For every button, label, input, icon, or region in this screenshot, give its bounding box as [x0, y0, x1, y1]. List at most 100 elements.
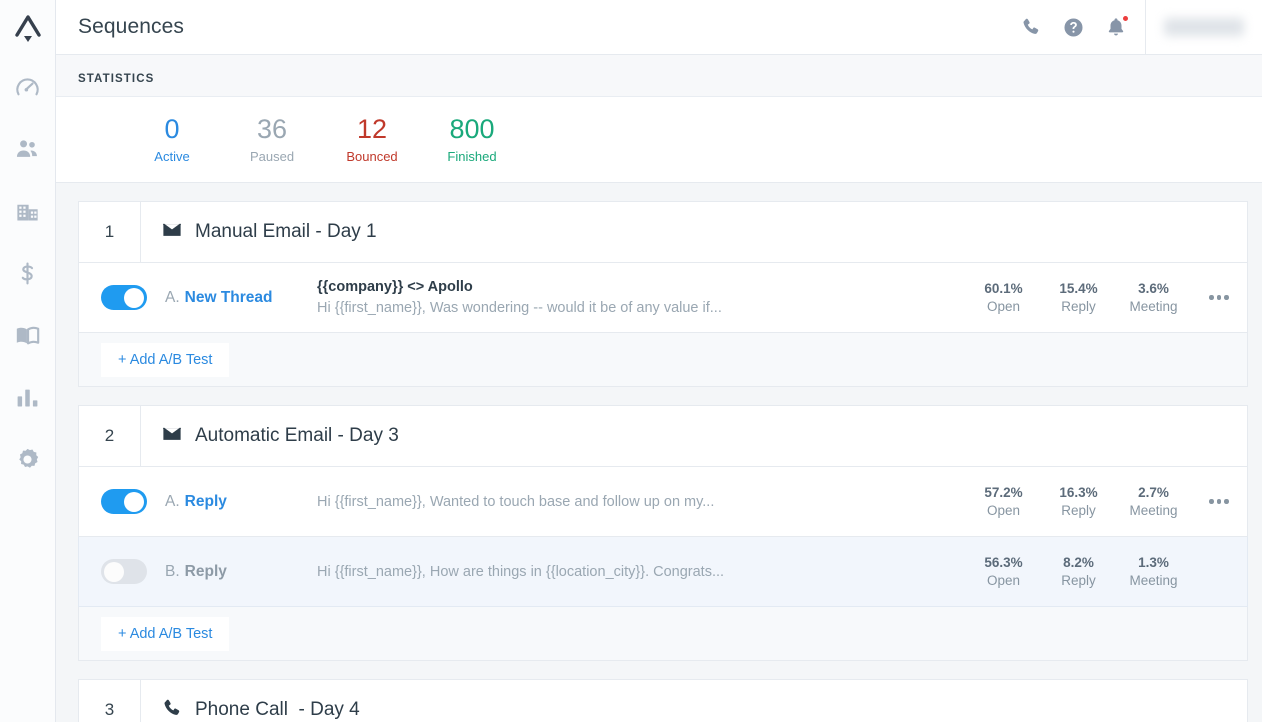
bell-icon[interactable]: [1105, 15, 1129, 38]
book-icon: [14, 322, 41, 349]
variant-body[interactable]: Hi {{first_name}}, Wanted to touch base …: [317, 494, 966, 510]
variant-row: A. New Thread {{company}} <> Apollo Hi {{…: [78, 263, 1248, 333]
metric-open-value: 57.2%: [984, 484, 1023, 500]
metric-open-value: 56.3%: [984, 554, 1023, 570]
metric-meeting-label: Meeting: [1129, 298, 1178, 314]
sequence-step: 1 Manual Email - Day 1 A. New Thread {{c…: [78, 201, 1248, 387]
step-title-wrap: Automatic Email - Day 3: [141, 406, 1247, 466]
add-ab-test-strip: + Add A/B Test: [78, 607, 1248, 661]
page-title: Sequences: [78, 15, 184, 38]
question-circle-icon[interactable]: [1062, 16, 1085, 39]
metric-reply-value: 16.3%: [1059, 484, 1098, 500]
variant-subject: {{company}} <> Apollo: [317, 279, 473, 295]
variant-toggle[interactable]: [101, 559, 147, 584]
stat-bounced: 12 Bounced: [322, 113, 422, 164]
apollo-caret-logo-icon[interactable]: [0, 0, 56, 56]
step-title-wrap: Manual Email - Day 1: [141, 202, 1247, 262]
speedometer-icon: [14, 74, 41, 101]
sidebar-item-sequences[interactable]: [0, 304, 56, 366]
metric-meeting: 1.3% Meeting: [1116, 554, 1191, 590]
step-header[interactable]: 1 Manual Email - Day 1: [78, 201, 1248, 263]
metric-open-label: Open: [986, 572, 1021, 588]
variant-preview: Hi {{first_name}}, How are things in {{l…: [317, 563, 725, 580]
sidebar-item-contacts[interactable]: [0, 118, 56, 180]
metric-open-value: 60.1%: [984, 280, 1023, 296]
stat-paused-label: Paused: [249, 149, 295, 164]
metric-meeting-label: Meeting: [1129, 502, 1178, 518]
sidebar-item-accounts[interactable]: [0, 180, 56, 242]
variant-name: Reply: [184, 562, 227, 580]
metric-open-label: Open: [986, 502, 1021, 518]
nav-items: [0, 56, 55, 490]
stat-bounced-value: 12: [356, 114, 388, 144]
variant-name: Reply: [184, 492, 227, 510]
stat-bounced-label: Bounced: [346, 149, 398, 164]
step-number: 2: [79, 406, 141, 466]
metric-reply-value: 15.4%: [1059, 280, 1098, 296]
stat-finished: 800 Finished: [422, 113, 522, 164]
top-bar: Sequences: [56, 0, 1262, 55]
topbar-divider: [1145, 0, 1146, 55]
phone-icon[interactable]: [1020, 16, 1042, 38]
toggle-knob: [124, 491, 144, 512]
variant-name: New Thread: [184, 288, 273, 306]
variant-label[interactable]: B. Reply: [165, 563, 317, 581]
statistics-section-header: STATISTICS: [56, 55, 1262, 97]
envelope-icon: [161, 219, 183, 246]
variant-label[interactable]: A. Reply: [165, 493, 317, 511]
sidebar-item-analytics[interactable]: [0, 366, 56, 428]
add-ab-test-strip: + Add A/B Test: [78, 333, 1248, 387]
dollar-icon: [14, 260, 41, 287]
step-title: Manual Email - Day 1: [195, 221, 377, 242]
metric-meeting-value: 2.7%: [1138, 484, 1169, 500]
variant-body[interactable]: Hi {{first_name}}, How are things in {{l…: [317, 564, 966, 580]
metric-open: 60.1% Open: [966, 280, 1041, 316]
metric-meeting-value: 1.3%: [1138, 554, 1169, 570]
metric-meeting-value: 3.6%: [1138, 280, 1169, 296]
sidebar-item-settings[interactable]: [0, 428, 56, 490]
step-header[interactable]: 3 Phone Call - Day 4: [78, 679, 1248, 722]
step-title-wrap: Phone Call - Day 4: [141, 680, 1247, 722]
stat-paused-value: 36: [256, 114, 288, 144]
stat-active: 0 Active: [122, 113, 222, 164]
user-account-menu[interactable]: [1164, 18, 1244, 36]
metric-meeting-label: Meeting: [1129, 572, 1178, 588]
sequence-step: 2 Automatic Email - Day 3 A. Reply Hi {{…: [78, 405, 1248, 661]
variant-letter: A.: [165, 288, 180, 306]
step-title: Automatic Email - Day 3: [195, 425, 399, 446]
bar-chart-icon: [14, 384, 41, 411]
metric-reply: 16.3% Reply: [1041, 484, 1116, 520]
metric-open-label: Open: [986, 298, 1021, 314]
row-actions-menu-icon[interactable]: [1191, 499, 1247, 504]
row-actions-menu-icon[interactable]: [1191, 295, 1247, 300]
add-ab-test-button[interactable]: + Add A/B Test: [101, 616, 230, 651]
sidebar-item-dashboard[interactable]: [0, 56, 56, 118]
stat-finished-label: Finished: [447, 149, 497, 164]
building-icon: [14, 198, 41, 225]
variant-letter: B.: [165, 562, 180, 580]
variant-label[interactable]: A. New Thread: [165, 289, 317, 307]
variant-toggle[interactable]: [101, 489, 147, 514]
sequence-step: 3 Phone Call - Day 4: [78, 679, 1248, 722]
statistics-row: 0 Active 36 Paused 12 Bounced 800 Finish…: [56, 97, 1262, 183]
stat-finished-value: 800: [449, 114, 495, 144]
step-title: Phone Call - Day 4: [195, 699, 360, 720]
variant-toggle[interactable]: [101, 285, 147, 310]
add-ab-test-button[interactable]: + Add A/B Test: [101, 342, 230, 377]
variant-body[interactable]: {{company}} <> Apollo Hi {{first_name}},…: [317, 279, 966, 316]
variant-metrics: 60.1% Open 15.4% Reply 3.6% Meeting: [966, 280, 1191, 316]
metric-open: 56.3% Open: [966, 554, 1041, 590]
toggle-knob: [103, 561, 124, 582]
metric-open: 57.2% Open: [966, 484, 1041, 520]
sidebar-item-opportunities[interactable]: [0, 242, 56, 304]
metric-reply-label: Reply: [1061, 572, 1096, 588]
variant-row: B. Reply Hi {{first_name}}, How are thing…: [78, 537, 1248, 607]
metric-reply-label: Reply: [1061, 502, 1096, 518]
metric-reply-value: 8.2%: [1063, 554, 1094, 570]
stat-active-label: Active: [154, 149, 190, 164]
variant-metrics: 57.2% Open 16.3% Reply 2.7% Meeting: [966, 484, 1191, 520]
phone-icon: [161, 697, 183, 722]
people-icon: [14, 136, 41, 163]
step-header[interactable]: 2 Automatic Email - Day 3: [78, 405, 1248, 467]
app-root: Sequences STATISTICS 0 Active 36 Paused …: [0, 0, 1262, 722]
